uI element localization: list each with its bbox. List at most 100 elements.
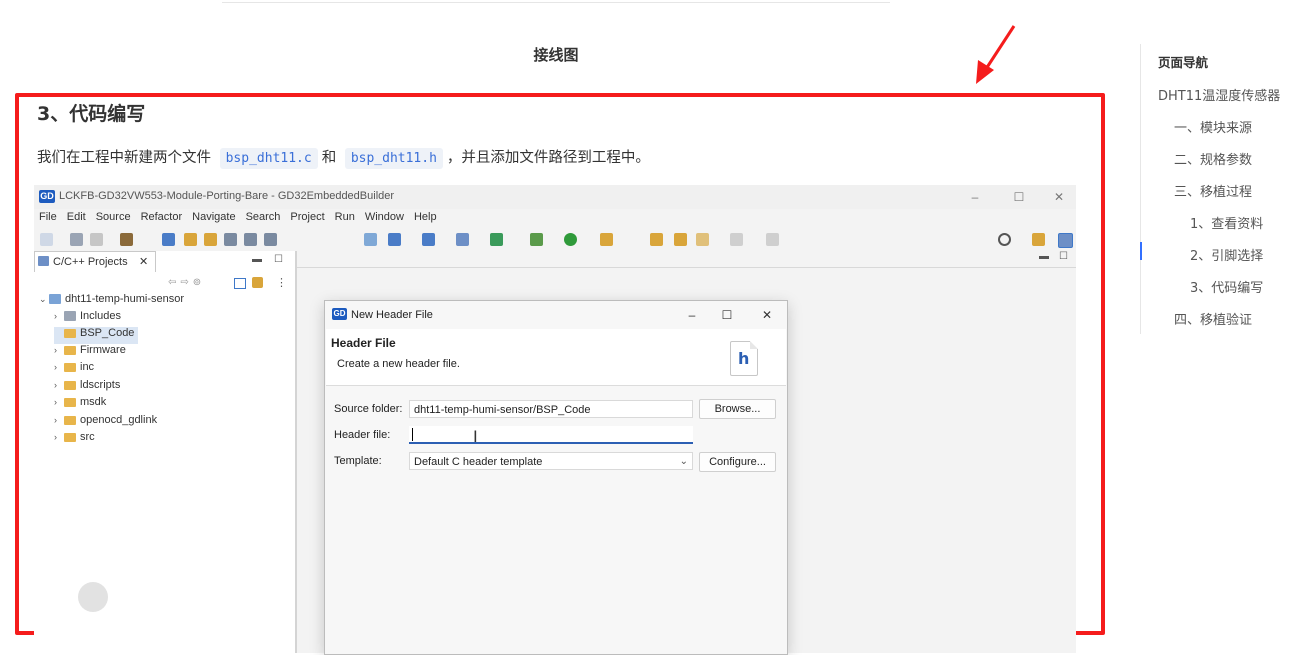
ide-menubar: File Edit Source Refactor Navigate Searc… (34, 209, 442, 229)
run-icon[interactable] (564, 233, 577, 246)
link-editor-icon[interactable] (252, 277, 263, 288)
tree-item-src[interactable]: › src (54, 431, 95, 448)
build-icon[interactable] (120, 233, 133, 246)
view-minimize-icon[interactable]: ▬ (252, 254, 262, 265)
tree-item-project[interactable]: ⌄ dht11-temp-humi-sensor (39, 293, 184, 310)
dialog-banner: Header File Create a new header file. h (326, 329, 786, 386)
menu-source[interactable]: Source (91, 209, 136, 229)
tree-item-includes[interactable]: › Includes (54, 310, 121, 327)
history-forward-icon[interactable] (730, 233, 743, 246)
history-back-icon[interactable] (696, 233, 709, 246)
chevron-right-icon[interactable]: › (54, 311, 64, 321)
tab-cpp-projects-label: C/C++ Projects (53, 256, 128, 268)
configure-button[interactable]: Configure... (699, 452, 776, 472)
folder-icon (64, 415, 76, 425)
menu-edit[interactable]: Edit (62, 209, 91, 229)
pin-icon[interactable] (766, 233, 779, 246)
tree-item-firmware[interactable]: › Firmware (54, 344, 126, 361)
search-icon[interactable] (998, 233, 1011, 246)
forward-icon[interactable] (674, 233, 687, 246)
nav-item-dht11[interactable]: DHT11温湿度传感器 (1158, 85, 1280, 104)
inline-code-h-file: bsp_dht11.h (344, 148, 443, 169)
menu-run[interactable]: Run (330, 209, 360, 229)
cpp-perspective-icon[interactable] (1058, 233, 1073, 248)
folder-icon (64, 362, 76, 372)
nav-item-specs[interactable]: 二、规格参数 (1174, 149, 1252, 168)
maximize-button[interactable]: ☐ (1004, 188, 1034, 206)
gd-logo-icon: GD (332, 308, 347, 320)
tab-close-icon[interactable]: ✕ (139, 255, 148, 268)
minimize-button[interactable]: – (960, 188, 990, 206)
menu-project[interactable]: Project (285, 209, 329, 229)
chevron-right-icon[interactable]: › (54, 380, 64, 390)
new-file-icon[interactable] (456, 233, 469, 246)
collapse-all-icon[interactable] (234, 278, 246, 289)
chevron-right-icon[interactable]: › (54, 432, 64, 442)
nav-item-pin-selection[interactable]: 2、引脚选择 (1190, 245, 1263, 264)
back-icon[interactable] (650, 233, 663, 246)
tree-item-inc[interactable]: › inc (54, 361, 94, 378)
nav-item-porting-process[interactable]: 三、移植过程 (1174, 181, 1252, 200)
open-folder-icon[interactable] (600, 233, 613, 246)
prev-annotation-icon[interactable] (184, 233, 197, 246)
mouse-click-indicator (78, 582, 108, 612)
chevron-right-icon[interactable]: › (54, 345, 64, 355)
dialog-minimize-button[interactable]: – (677, 306, 707, 324)
dialog-close-button[interactable]: ✕ (752, 306, 782, 324)
menu-file[interactable]: File (34, 209, 62, 229)
view-maximize-icon[interactable]: ☐ (274, 254, 283, 265)
folder-icon (64, 397, 76, 407)
refresh-icon[interactable] (364, 233, 377, 246)
close-button[interactable]: ✕ (1044, 188, 1074, 206)
nav-item-code-writing[interactable]: 3、代码编写 (1190, 277, 1263, 296)
template-select[interactable]: Default C header template ⌄ (409, 452, 693, 470)
link-icon[interactable]: ⊚ (193, 277, 205, 288)
tree-item-bsp-code[interactable]: BSP_Code (54, 327, 139, 344)
nav-item-porting-verify[interactable]: 四、移植验证 (1174, 309, 1252, 328)
forward-nav-icon[interactable]: ⇨ (180, 277, 192, 288)
text-caret (412, 428, 413, 441)
tree-item-ldscripts[interactable]: › ldscripts (54, 379, 120, 396)
browse-button[interactable]: Browse... (699, 399, 776, 419)
dialog-maximize-button[interactable]: ☐ (712, 306, 742, 324)
tab-cpp-projects[interactable]: C/C++ Projects ✕ (34, 251, 156, 272)
chevron-right-icon[interactable]: › (54, 415, 64, 425)
chevron-right-icon[interactable]: › (54, 397, 64, 407)
run-config-icon[interactable] (388, 233, 401, 246)
editor-minimize-icon[interactable]: ▬ (1039, 251, 1049, 262)
view-menu-icon[interactable]: ⋮ (276, 276, 287, 289)
red-arrow-annotation (976, 25, 1016, 84)
nav-item-check-docs[interactable]: 1、查看资料 (1190, 213, 1263, 232)
terminal-icon[interactable] (224, 233, 237, 246)
debug-config-icon[interactable] (162, 233, 175, 246)
settings-icon[interactable] (244, 233, 257, 246)
tree-item-msdk[interactable]: › msdk (54, 396, 106, 413)
menu-search[interactable]: Search (241, 209, 286, 229)
header-file-input[interactable] (409, 426, 693, 444)
gd-logo-icon: GD (39, 190, 55, 203)
template-label: Template: (334, 455, 382, 467)
new-icon[interactable] (40, 233, 53, 246)
section-paragraph: 我们在工程中新建两个文件 bsp_dht11.c 和 bsp_dht11.h ，并且… (37, 146, 650, 169)
tools-icon[interactable] (264, 233, 277, 246)
tree-item-openocd[interactable]: › openocd_gdlink (54, 414, 157, 431)
debug-icon[interactable] (530, 233, 543, 246)
image-caption: 接线图 (533, 46, 579, 64)
menu-help[interactable]: Help (409, 209, 442, 229)
source-folder-input[interactable]: dht11-temp-humi-sensor/BSP_Code (409, 400, 693, 418)
perspective-icon[interactable] (1032, 233, 1045, 246)
run-coverage-icon[interactable] (490, 233, 503, 246)
save-all-icon[interactable] (90, 233, 103, 246)
save-icon[interactable] (70, 233, 83, 246)
ide-window-title: LCKFB-GD32VW553-Module-Porting-Bare - GD… (59, 190, 395, 202)
new-class-icon[interactable] (422, 233, 435, 246)
chevron-right-icon[interactable]: › (54, 362, 64, 372)
menu-navigate[interactable]: Navigate (187, 209, 240, 229)
next-annotation-icon[interactable] (204, 233, 217, 246)
menu-window[interactable]: Window (360, 209, 409, 229)
nav-item-module-source[interactable]: 一、模块来源 (1174, 117, 1252, 136)
menu-refactor[interactable]: Refactor (136, 209, 188, 229)
chevron-down-icon[interactable]: ⌄ (39, 294, 49, 305)
back-nav-icon[interactable]: ⇦ (168, 277, 180, 288)
editor-maximize-icon[interactable]: ☐ (1059, 251, 1068, 262)
